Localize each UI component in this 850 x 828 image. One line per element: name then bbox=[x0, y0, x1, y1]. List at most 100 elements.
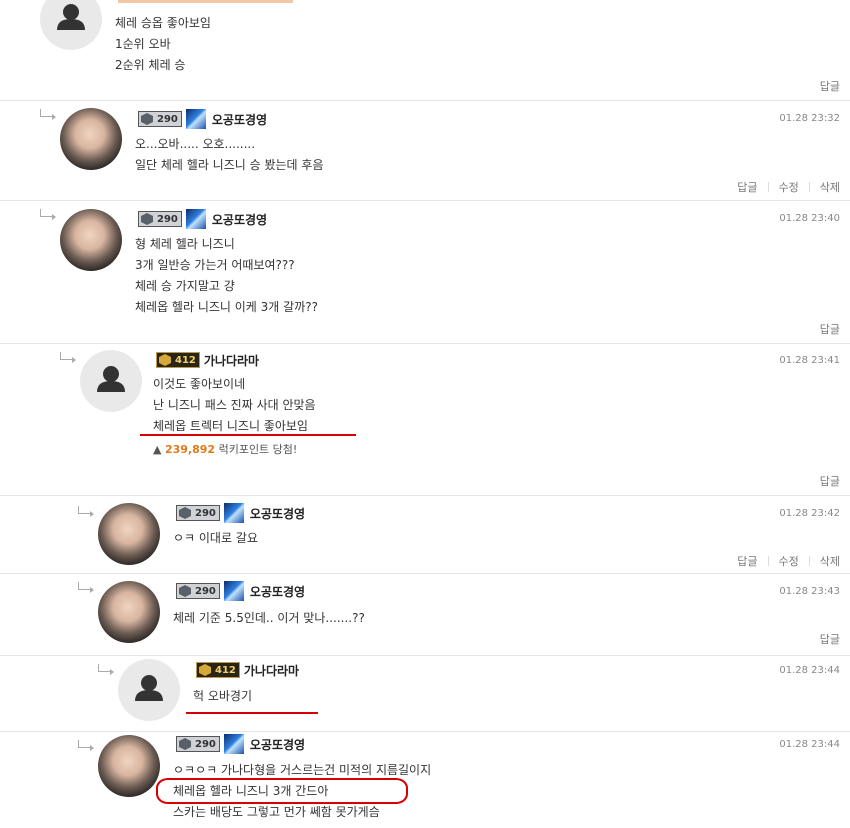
comment-line: 체레옵 헬라 니즈니 이케 3개 갈까?? bbox=[135, 300, 318, 314]
reply-button[interactable]: 답글 bbox=[820, 321, 840, 337]
divider bbox=[808, 182, 810, 192]
divider bbox=[808, 556, 810, 566]
reply-arrow-icon bbox=[40, 209, 56, 220]
comment-line: 체레 승옵 좋아보임 bbox=[115, 16, 211, 30]
annotation-underline bbox=[140, 434, 356, 436]
comment-line: 체레 기준 5.5인데.. 이거 맞나.......?? bbox=[173, 611, 365, 625]
cut-header-strip bbox=[118, 0, 293, 3]
comment-item: 290 오공또경영 01.28 23:32 오...오바..... 오호....… bbox=[0, 101, 850, 201]
avatar[interactable] bbox=[98, 581, 160, 643]
timestamp: 01.28 23:40 bbox=[779, 213, 840, 224]
team-emblem-icon bbox=[223, 581, 244, 601]
comment-item: 412 가나다라마 01.28 23:44 헉 오바경기 bbox=[0, 656, 850, 732]
avatar[interactable] bbox=[98, 735, 160, 797]
reply-arrow-icon bbox=[40, 109, 56, 120]
comment-line: 일단 체레 헬라 니즈니 승 봤는데 후음 bbox=[135, 158, 324, 172]
comment-line: 3개 일반승 가는거 어때보여??? bbox=[135, 258, 295, 272]
comment-line: 2순위 체레 승 bbox=[115, 58, 186, 72]
team-emblem-icon bbox=[185, 209, 206, 229]
annotation-underline bbox=[186, 712, 318, 714]
comment-meta: 412 가나다라마 bbox=[196, 661, 299, 679]
reply-button[interactable]: 답글 bbox=[737, 179, 757, 195]
comment-line: 체레 승 가지말고 걍 bbox=[135, 279, 235, 293]
user-silhouette-icon bbox=[97, 366, 125, 392]
timestamp: 01.28 23:32 bbox=[779, 113, 840, 124]
reply-button[interactable]: 답글 bbox=[737, 553, 757, 569]
timestamp: 01.28 23:44 bbox=[779, 739, 840, 750]
user-silhouette-icon bbox=[57, 4, 85, 30]
nickname[interactable]: 오공또경영 bbox=[250, 736, 305, 753]
nickname[interactable]: 가나다라마 bbox=[204, 352, 259, 369]
nickname[interactable]: 가나다라마 bbox=[244, 662, 299, 679]
nickname[interactable]: 오공또경영 bbox=[250, 505, 305, 522]
annotation-circle bbox=[156, 778, 408, 804]
reply-arrow-icon bbox=[60, 352, 76, 363]
level-badge: 290 bbox=[176, 505, 220, 521]
comment-body: ㅇㅋ 이대로 갈요 bbox=[173, 528, 258, 549]
comment-line: 헉 오바경기 bbox=[193, 689, 253, 703]
comment-body: 이것도 좋아보이네 난 니즈니 패스 진짜 사대 안맞음 체레옵 트렉터 니즈니… bbox=[153, 374, 316, 460]
comment-body: 헉 오바경기 bbox=[193, 686, 252, 707]
comment-meta: 290 오공또경영 bbox=[176, 503, 305, 523]
comment-meta: 290 오공또경영 bbox=[176, 581, 305, 601]
comment-item: 290 오공또경영 01.28 23:40 형 체레 헬라 니즈니 3개 일반승… bbox=[0, 201, 850, 344]
comment-actions: 답글 수정 삭제 bbox=[737, 553, 840, 569]
avatar[interactable] bbox=[60, 209, 122, 271]
comment-item: 290 오공또경영 01.28 23:43 체레 기준 5.5인데.. 이거 맞… bbox=[0, 574, 850, 656]
reply-button[interactable]: 답글 bbox=[820, 78, 840, 94]
comment-body: 체레 기준 5.5인데.. 이거 맞나.......?? bbox=[173, 608, 365, 629]
timestamp: 01.28 23:41 bbox=[779, 355, 840, 366]
avatar[interactable] bbox=[118, 659, 180, 721]
avatar[interactable] bbox=[98, 503, 160, 565]
divider bbox=[767, 182, 769, 192]
delete-button[interactable]: 삭제 bbox=[820, 179, 840, 195]
timestamp: 01.28 23:44 bbox=[779, 665, 840, 676]
edit-button[interactable]: 수정 bbox=[779, 553, 799, 569]
comment-actions: 답글 bbox=[820, 78, 840, 94]
comment-actions: 답글 bbox=[820, 631, 840, 647]
divider bbox=[767, 556, 769, 566]
comment-meta: 290 오공또경영 bbox=[138, 209, 267, 229]
reply-arrow-icon bbox=[78, 506, 94, 517]
nickname[interactable]: 오공또경영 bbox=[212, 111, 267, 128]
comment-body: 형 체레 헬라 니즈니 3개 일반승 가는거 어때보여??? 체레 승 가지말고… bbox=[135, 234, 318, 318]
gift-icon: ▲ bbox=[153, 443, 162, 456]
team-emblem-icon bbox=[185, 109, 206, 129]
timestamp: 01.28 23:43 bbox=[779, 586, 840, 597]
level-badge: 290 bbox=[138, 211, 182, 227]
points-value: 239,892 bbox=[164, 443, 216, 456]
avatar[interactable] bbox=[60, 108, 122, 170]
nickname[interactable]: 오공또경영 bbox=[250, 583, 305, 600]
reply-button[interactable]: 답글 bbox=[820, 473, 840, 489]
level-badge: 290 bbox=[138, 111, 182, 127]
comment-actions: 답글 bbox=[820, 321, 840, 337]
reply-arrow-icon bbox=[78, 740, 94, 751]
comment-line: 오...오바..... 오호........ bbox=[135, 137, 256, 151]
level-badge: 412 bbox=[196, 662, 240, 678]
nickname[interactable]: 오공또경영 bbox=[212, 211, 267, 228]
edit-button[interactable]: 수정 bbox=[779, 179, 799, 195]
avatar[interactable] bbox=[80, 350, 142, 412]
comment-line: 이것도 좋아보이네 bbox=[153, 377, 246, 391]
comment-line: 형 체레 헬라 니즈니 bbox=[135, 237, 235, 251]
user-silhouette-icon bbox=[135, 675, 163, 701]
lucky-points: ▲ 239,892 럭키포인트 당첨! bbox=[153, 439, 316, 460]
level-badge: 412 bbox=[156, 352, 200, 368]
comment-thread: 체레 승옵 좋아보임 1순위 오바 2순위 체레 승 답글 290 오공또경영 … bbox=[0, 0, 850, 828]
reply-arrow-icon bbox=[98, 664, 114, 675]
avatar[interactable] bbox=[40, 0, 102, 50]
delete-button[interactable]: 삭제 bbox=[820, 553, 840, 569]
comment-line: 1순위 오바 bbox=[115, 37, 171, 51]
level-badge: 290 bbox=[176, 583, 220, 599]
comment-actions: 답글 bbox=[820, 473, 840, 489]
reply-button[interactable]: 답글 bbox=[820, 631, 840, 647]
comment-meta: 290 오공또경영 bbox=[176, 734, 305, 754]
level-badge: 290 bbox=[176, 736, 220, 752]
comment-meta: 412 가나다라마 bbox=[156, 351, 259, 369]
comment-item: 290 오공또경영 01.28 23:44 ㅇㅋㅇㅋ 가나다형을 거스르는건 미… bbox=[0, 732, 850, 828]
team-emblem-icon bbox=[223, 503, 244, 523]
timestamp: 01.28 23:42 bbox=[779, 508, 840, 519]
comment-item: 290 오공또경영 01.28 23:42 ㅇㅋ 이대로 갈요 답글 수정 삭제 bbox=[0, 496, 850, 574]
points-text: 럭키포인트 당첨! bbox=[218, 443, 298, 456]
comment-body: 체레 승옵 좋아보임 1순위 오바 2순위 체레 승 bbox=[115, 13, 211, 76]
